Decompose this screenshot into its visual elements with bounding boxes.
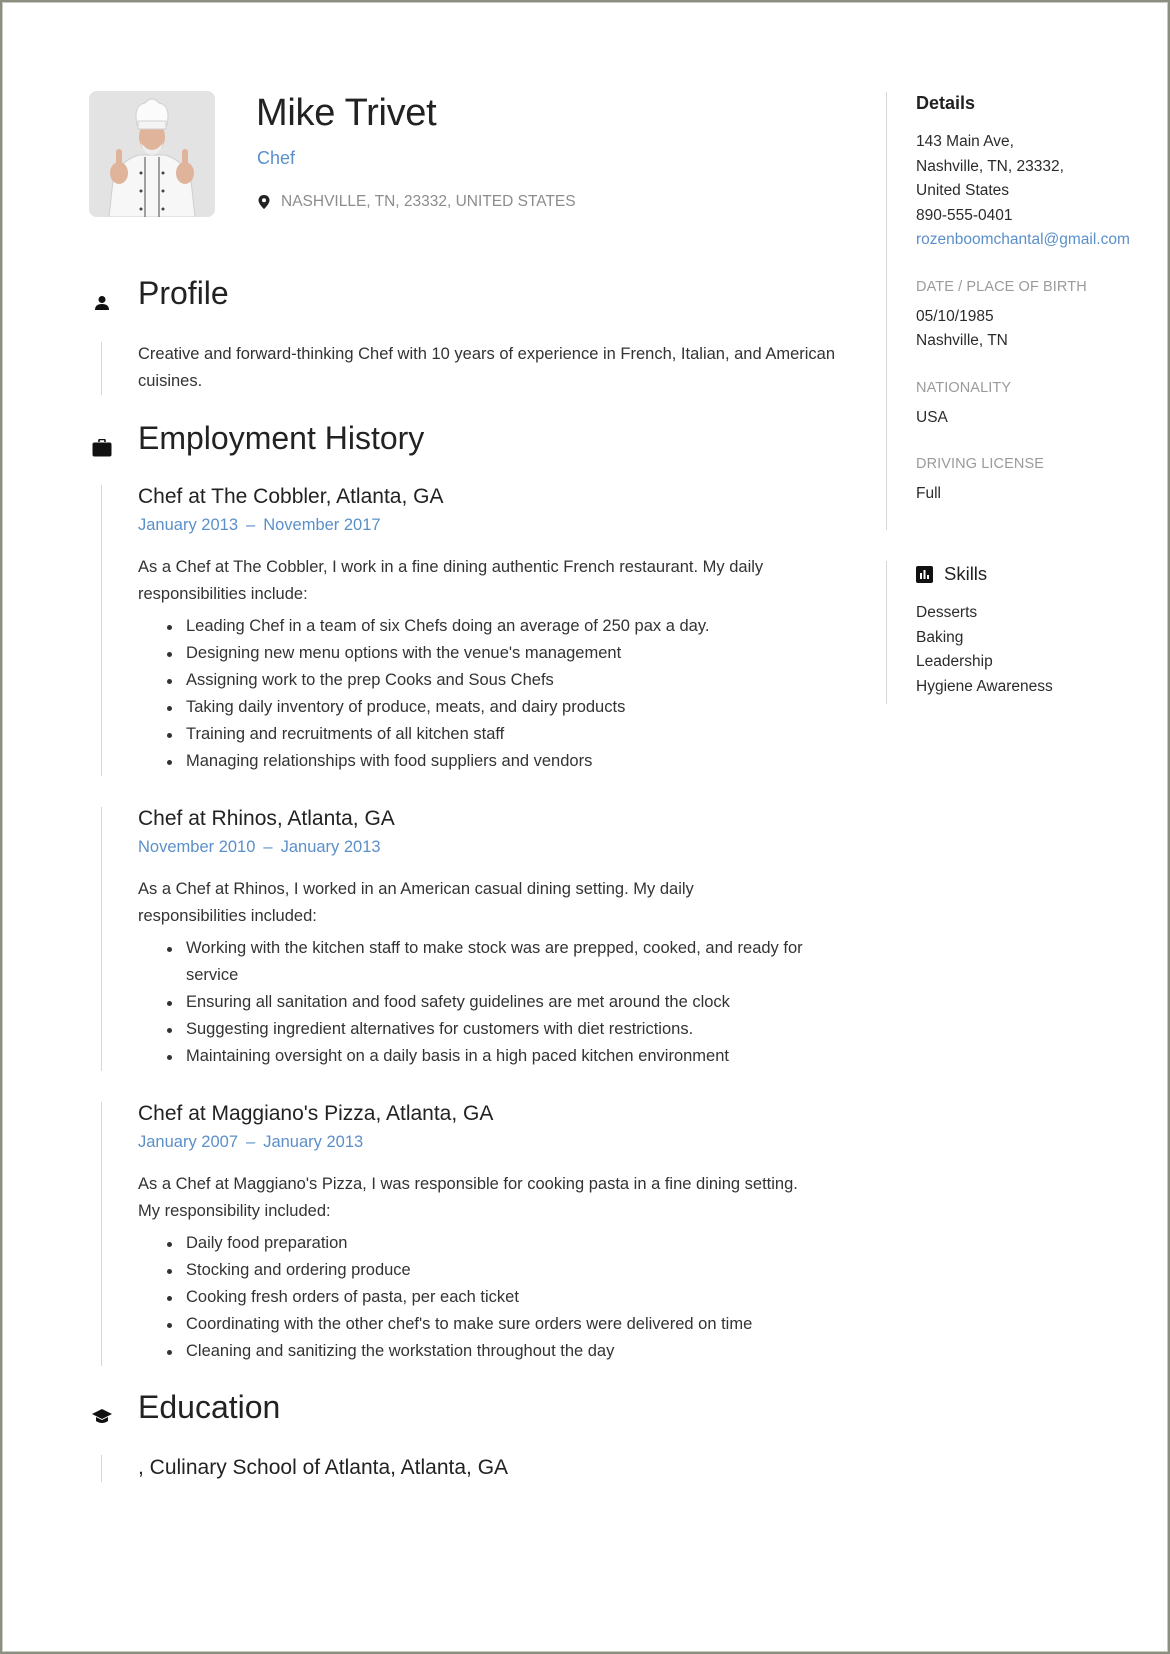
profile-summary: Creative and forward-thinking Chef with … — [138, 345, 836, 390]
list-item: Maintaining oversight on a daily basis i… — [167, 1043, 806, 1070]
job-rule — [101, 1102, 102, 1366]
skill-item: Hygiene Awareness — [916, 677, 1053, 695]
skill-item: Leadership — [916, 653, 993, 670]
job-description: As a Chef at The Cobbler, I work in a fi… — [138, 558, 764, 603]
list-item: Leading Chef in a team of six Chefs doin… — [167, 613, 846, 640]
details-panel: Details 143 Main Ave, Nashville, TN, 233… — [916, 93, 1130, 507]
list-item: Working with the kitchen staff to make s… — [167, 935, 806, 989]
details-rule — [886, 92, 887, 530]
job-responsibilities: Daily food preparation Stocking and orde… — [138, 1230, 846, 1365]
nationality-value: USA — [916, 408, 948, 426]
job-rule — [101, 485, 102, 776]
job-title: Chef at Maggiano's Pizza, Atlanta, GA — [138, 1102, 494, 1125]
job-dates: January 2013– November 2017 — [138, 516, 381, 534]
address-line: United States — [916, 182, 1010, 199]
list-item: Designing new menu options with the venu… — [167, 640, 846, 667]
resume-page: Mike Trivet Chef NASHVILLE, TN, 23332, U… — [0, 0, 1170, 1654]
list-item: Cooking fresh orders of pasta, per each … — [167, 1284, 846, 1311]
location-text: NASHVILLE, TN, 23332, UNITED STATES — [281, 193, 576, 210]
list-item: Coordinating with the other chef's to ma… — [167, 1311, 846, 1338]
education-heading: Education — [138, 1389, 281, 1425]
list-item: Suggesting ingredient alternatives for c… — [167, 1016, 806, 1043]
employment-section-header: Employment History — [90, 420, 424, 460]
job-rule — [101, 807, 102, 1071]
list-item: Taking daily inventory of produce, meats… — [167, 694, 846, 721]
list-item: Cleaning and sanitizing the workstation … — [167, 1338, 846, 1365]
job-responsibilities: Leading Chef in a team of six Chefs doin… — [138, 613, 846, 775]
job-dates: January 2007– January 2013 — [138, 1133, 364, 1151]
list-item: Assigning work to the prep Cooks and Sou… — [167, 667, 846, 694]
birth-place: Nashville, TN — [916, 332, 1008, 349]
job-end-date: January 2013 — [263, 1133, 364, 1151]
candidate-location: NASHVILLE, TN, 23332, UNITED STATES — [258, 193, 576, 211]
skill-item: Desserts — [916, 604, 978, 621]
birth-date: 05/10/1985 — [916, 307, 994, 325]
job-end-date: November 2017 — [263, 516, 381, 534]
location-pin-icon — [258, 195, 270, 209]
job-description: As a Chef at Rhinos, I worked in an Amer… — [138, 880, 694, 925]
skills-heading: Skills — [944, 563, 988, 584]
job-end-date: January 2013 — [280, 838, 381, 856]
skills-rule — [886, 561, 887, 704]
job-responsibilities: Working with the kitchen staff to make s… — [138, 935, 806, 1070]
list-item: Managing relationships with food supplie… — [167, 748, 846, 775]
email-link[interactable]: rozenboomchantal@gmail.com — [916, 228, 1130, 253]
birth-label: DATE / PLACE OF BIRTH — [916, 278, 1087, 295]
job-start-date: January 2013 — [138, 516, 238, 534]
list-item: Daily food preparation — [167, 1230, 846, 1257]
briefcase-icon — [90, 436, 114, 460]
profile-rule — [101, 342, 102, 395]
job-title: Chef at The Cobbler, Atlanta, GA — [138, 485, 444, 508]
job-title: Chef at Rhinos, Atlanta, GA — [138, 807, 395, 830]
list-item: Training and recruitments of all kitchen… — [167, 721, 846, 748]
address-line: 143 Main Ave, — [916, 133, 1014, 150]
job-start-date: November 2010 — [138, 838, 256, 856]
list-item: Stocking and ordering produce — [167, 1257, 846, 1284]
job-dates: November 2010– January 2013 — [138, 838, 381, 856]
education-rule — [101, 1455, 102, 1482]
job-start-date: January 2007 — [138, 1133, 238, 1151]
phone-number: 890-555-0401 — [916, 206, 1013, 224]
candidate-name: Mike Trivet — [256, 92, 437, 134]
employment-heading: Employment History — [138, 420, 425, 456]
license-value: Full — [916, 485, 941, 502]
candidate-job-title: Chef — [257, 148, 296, 168]
profile-section-header: Profile — [90, 275, 229, 315]
skills-panel: Skills Desserts Baking Leadership Hygien… — [916, 563, 1053, 699]
bar-chart-icon — [916, 565, 933, 583]
address-line: Nashville, TN, 23332, — [916, 157, 1064, 175]
skill-item: Baking — [916, 628, 964, 646]
job-description: As a Chef at Maggiano's Pizza, I was res… — [138, 1175, 798, 1220]
education-section-header: Education — [90, 1389, 280, 1429]
profile-photo — [89, 91, 215, 217]
education-entry: , Culinary School of Atlanta, Atlanta, G… — [138, 1456, 509, 1479]
chef-portrait-image — [89, 91, 215, 217]
license-label: DRIVING LICENSE — [916, 456, 1044, 472]
person-icon — [90, 291, 114, 315]
graduation-cap-icon — [90, 1405, 114, 1429]
nationality-label: NATIONALITY — [916, 379, 1012, 396]
details-heading: Details — [916, 93, 976, 113]
list-item: Ensuring all sanitation and food safety … — [167, 989, 806, 1016]
profile-heading: Profile — [138, 275, 229, 311]
